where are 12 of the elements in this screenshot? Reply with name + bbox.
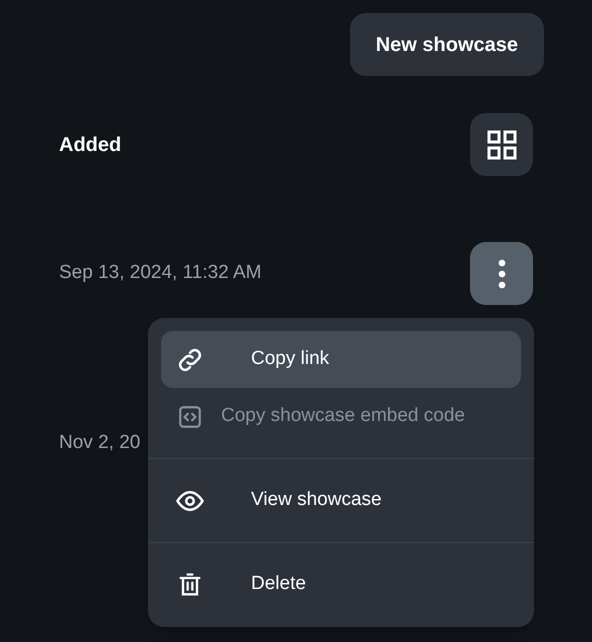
menu-item[interactable]: View showcase: [161, 472, 521, 529]
menu-item[interactable]: Copy link: [161, 331, 521, 388]
grid-view-button[interactable]: [470, 113, 533, 176]
code-icon: [177, 404, 203, 430]
more-button[interactable]: [470, 242, 533, 305]
grid-icon: [486, 128, 518, 160]
date-text: Sep 13, 2024, 11:32 AM: [59, 261, 262, 286]
menu-item[interactable]: Delete: [161, 556, 521, 613]
column-header: Added: [59, 132, 122, 158]
more-icon: [498, 258, 506, 288]
date-text: Nov 2, 20: [59, 431, 140, 456]
new-showcase-button[interactable]: New showcase: [350, 13, 544, 76]
